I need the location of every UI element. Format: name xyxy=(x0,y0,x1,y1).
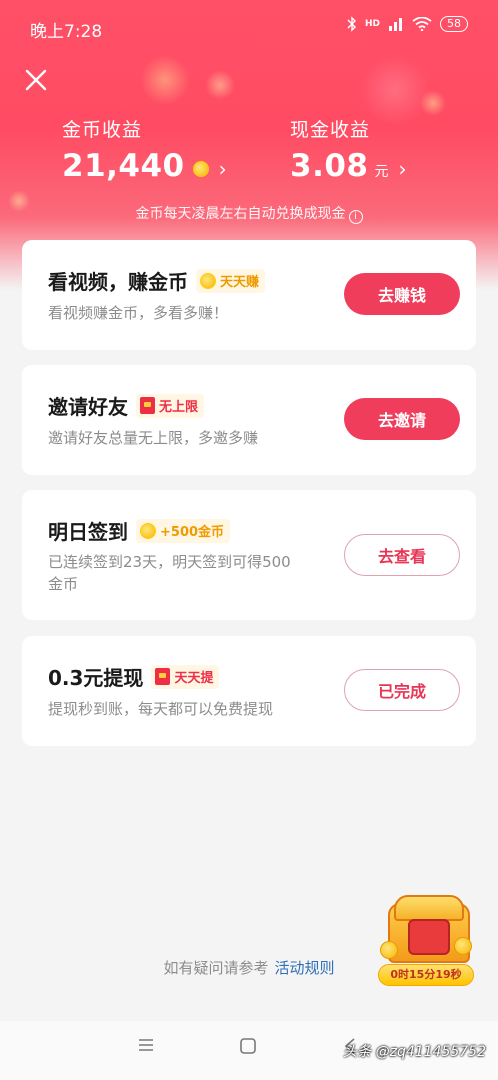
view-checkin-button[interactable]: 去查看 xyxy=(344,534,460,576)
task-description-line: 金币 xyxy=(48,575,79,593)
task-title: 0.3元提现 xyxy=(48,666,144,690)
task-badge-label: +500金币 xyxy=(160,525,225,540)
task-description: 邀请好友总量无上限，多邀多赚 xyxy=(48,429,259,447)
rules-hint-text: 如有疑问请参考 xyxy=(163,959,269,977)
exchange-note-text: 金币每天凌晨左右自动兑换成现金 xyxy=(135,206,346,222)
red-packet-icon xyxy=(140,397,155,414)
battery-indicator: 58 xyxy=(440,16,468,32)
task-description: 提现秒到账，每天都可以免费提现 xyxy=(48,700,274,718)
coin-icon xyxy=(454,937,472,955)
network-type-label: HD xyxy=(364,19,380,29)
earn-money-button[interactable]: 去赚钱 xyxy=(344,273,460,315)
watermark-text: 头条 @zq411455752 xyxy=(343,1044,486,1060)
activity-rules-link[interactable]: 活动规则 xyxy=(275,959,335,977)
status-time: 晚上7:28 xyxy=(30,22,103,42)
coin-earnings-label: 金币收益 xyxy=(62,119,143,141)
status-icons: HD 58 xyxy=(347,16,468,32)
treasure-chest-front xyxy=(408,919,450,955)
task-card-invite-friends: 邀请好友 无上限 邀请好友总量无上限，多邀多赚 去邀请 xyxy=(22,365,476,475)
coin-earnings-value: 21,440 xyxy=(62,148,185,184)
decor-glow xyxy=(205,70,235,100)
task-badge: 天天提 xyxy=(151,664,220,689)
treasure-chest-lid xyxy=(394,895,464,921)
task-description: 已连续签到23天，明天签到可得500 金币 xyxy=(48,551,291,595)
coin-icon xyxy=(140,522,156,539)
completed-button[interactable]: 已完成 xyxy=(344,669,460,711)
red-packet-icon xyxy=(155,668,171,685)
cash-unit: 元 xyxy=(374,164,389,180)
task-badge: 天天赚 xyxy=(196,268,266,293)
close-icon[interactable] xyxy=(22,66,50,94)
chevron-right-icon: › xyxy=(398,157,407,181)
info-icon[interactable]: i xyxy=(348,210,363,224)
task-description: 看视频赚金币，多看多赚！ xyxy=(48,304,229,322)
cash-earnings-value: 3.08 xyxy=(290,148,369,184)
task-card-watch-video: 看视频，赚金币 天天赚 看视频赚金币，多看多赚！ 去赚钱 xyxy=(22,240,476,350)
cash-earnings-block[interactable]: 现金收益 3.08 元 › xyxy=(290,115,407,184)
task-title: 明日签到 xyxy=(48,520,128,544)
menu-icon[interactable] xyxy=(137,1037,155,1053)
task-badge: +500金币 xyxy=(136,518,231,543)
wifi-icon xyxy=(412,17,432,31)
task-badge: 无上限 xyxy=(136,393,205,418)
treasure-chest-widget[interactable]: 0时15分19秒 xyxy=(378,893,474,989)
bluetooth-icon xyxy=(347,16,356,32)
task-badge-label: 天天赚 xyxy=(220,275,260,290)
task-card-withdraw: 0.3元提现 天天提 提现秒到账，每天都可以免费提现 已完成 xyxy=(22,636,476,746)
coin-icon xyxy=(200,272,216,289)
exchange-note: 金币每天凌晨左右自动兑换成现金 i xyxy=(0,203,498,224)
cash-earnings-label: 现金收益 xyxy=(290,119,371,141)
task-title: 邀请好友 xyxy=(48,395,128,419)
invite-button[interactable]: 去邀请 xyxy=(344,398,460,440)
task-card-daily-checkin: 明日签到 +500金币 已连续签到23天，明天签到可得500 金币 去查看 xyxy=(22,490,476,620)
home-icon[interactable] xyxy=(239,1037,257,1055)
status-bar: 晚上7:28 HD 58 xyxy=(0,0,498,52)
decor-glow xyxy=(140,55,190,105)
chevron-right-icon: › xyxy=(218,157,227,181)
task-badge-label: 无上限 xyxy=(159,400,199,415)
system-nav-bar: 头条 @zq411455752 xyxy=(0,1021,498,1080)
task-description-line: 已连续签到23天，明天签到可得500 xyxy=(48,553,291,571)
treasure-countdown: 0时15分19秒 xyxy=(378,964,474,986)
signal-icon xyxy=(389,18,402,31)
coin-icon xyxy=(380,941,398,959)
gold-coin-icon xyxy=(192,161,209,177)
task-title: 看视频，赚金币 xyxy=(48,270,188,294)
task-badge-label: 天天提 xyxy=(174,671,214,686)
coin-earnings-block[interactable]: 金币收益 21,440 › xyxy=(62,115,227,184)
